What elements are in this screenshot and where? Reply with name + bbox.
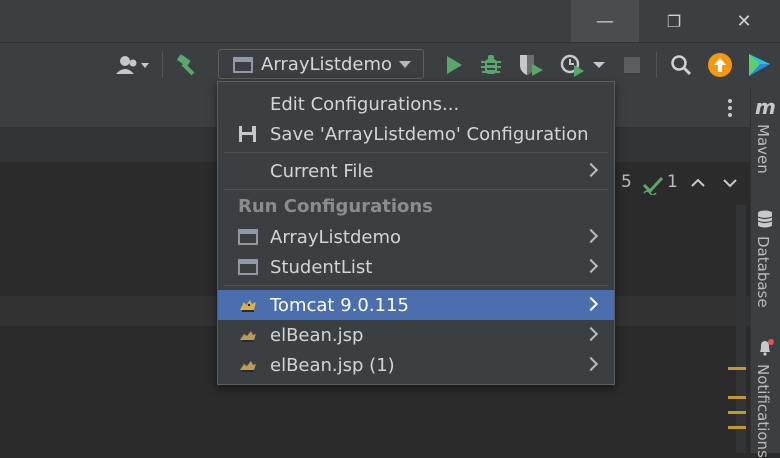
chevron-up-icon[interactable] (690, 176, 706, 190)
chevron-right-icon (583, 326, 599, 342)
profiler-button[interactable] (558, 52, 608, 78)
minimize-icon: — (596, 10, 614, 32)
debug-icon (481, 55, 501, 74)
app-config-icon (238, 229, 258, 245)
stop-icon (624, 57, 640, 73)
chevron-right-icon (583, 228, 599, 244)
menu-item-label: Save 'ArrayListdemo' Configuration (270, 124, 589, 145)
menu-item-label: elBean.jsp (1) (270, 355, 395, 376)
menu-item-current-file[interactable]: Current File (218, 156, 614, 186)
chevron-down-icon[interactable] (722, 176, 738, 190)
tomcat-icon (240, 361, 256, 372)
close-button[interactable]: ✕ (710, 0, 778, 42)
database-tool-tab[interactable]: Database (754, 236, 772, 308)
warning-marker[interactable] (728, 411, 746, 414)
save-icon (239, 126, 256, 142)
menu-separator (224, 152, 608, 153)
warning-marker[interactable] (728, 426, 746, 429)
run-configuration-label: ArrayListdemo (261, 54, 392, 75)
menu-separator (224, 189, 608, 190)
check-icon (642, 176, 664, 195)
chevron-right-icon (583, 296, 599, 312)
warning-marker[interactable] (728, 367, 746, 370)
check-count[interactable]: 1 (667, 172, 678, 192)
run-configuration-selector[interactable]: ArrayListdemo (218, 49, 424, 79)
menu-item-tomcat[interactable]: Tomcat 9.0.115 (218, 290, 614, 320)
database-icon (757, 210, 773, 228)
warning-marker[interactable] (728, 396, 746, 399)
app-config-icon (233, 57, 253, 73)
coverage-icon (520, 55, 543, 76)
menu-item-label: ArrayListdemo (270, 227, 401, 248)
update-icon (708, 53, 732, 77)
chevron-right-icon (583, 162, 599, 178)
menu-item-label: elBean.jsp (270, 325, 364, 346)
build-button[interactable] (172, 52, 202, 78)
run-configurations-popup: Edit Configurations... Save 'ArrayListde… (217, 81, 615, 385)
run-button[interactable] (442, 52, 466, 78)
maximize-icon: ❐ (666, 11, 682, 31)
maximize-button[interactable]: ❐ (640, 0, 708, 42)
account-button[interactable] (112, 52, 154, 78)
debug-button[interactable] (478, 52, 504, 78)
search-icon (671, 55, 692, 76)
build-hammer-icon (177, 54, 195, 76)
toolbar-separator (162, 52, 163, 78)
minimize-button[interactable]: — (571, 0, 639, 42)
maven-icon: m (755, 95, 776, 119)
menu-item-elbean-jsp-1[interactable]: elBean.jsp (1) (218, 350, 614, 380)
menu-item-label: Tomcat 9.0.115 (270, 295, 409, 316)
chevron-right-icon (583, 356, 599, 372)
stop-button[interactable] (620, 52, 644, 78)
menu-item-elbean-jsp[interactable]: elBean.jsp (218, 320, 614, 350)
plugin-logo-icon (749, 54, 770, 76)
menu-item-label: Current File (270, 161, 374, 182)
run-icon (447, 56, 462, 74)
editor-scrollbar[interactable] (736, 205, 746, 453)
close-icon: ✕ (736, 10, 752, 32)
chevron-right-icon (583, 258, 599, 274)
notifications-tool-tab[interactable]: Notifications (754, 364, 772, 458)
menu-item-label: Edit Configurations... (270, 94, 460, 115)
app-config-icon (238, 259, 258, 275)
tomcat-icon (240, 331, 256, 342)
tomcat-icon (240, 300, 256, 312)
warning-count[interactable]: 5 (621, 172, 632, 192)
menu-item-save-configuration[interactable]: Save 'ArrayListdemo' Configuration (218, 119, 614, 149)
search-button[interactable] (668, 52, 694, 78)
coverage-button[interactable] (516, 52, 546, 78)
maven-tool-tab[interactable]: Maven (754, 124, 772, 174)
bell-icon (760, 339, 774, 356)
menu-item-edit-configurations[interactable]: Edit Configurations... (218, 89, 614, 119)
update-button[interactable] (706, 52, 734, 78)
profiler-icon (560, 54, 605, 77)
user-icon (116, 56, 149, 74)
menu-item-arraylistdemo[interactable]: ArrayListdemo (218, 222, 614, 252)
menu-item-studentlist[interactable]: StudentList (218, 252, 614, 282)
chevron-down-icon (399, 61, 411, 68)
plugin-button[interactable] (744, 52, 774, 78)
run-configurations-header: Run Configurations (238, 196, 433, 217)
more-vertical-icon[interactable] (722, 96, 738, 120)
toolbar-separator (656, 52, 657, 78)
menu-item-label: StudentList (270, 257, 373, 278)
menu-separator (224, 285, 608, 286)
